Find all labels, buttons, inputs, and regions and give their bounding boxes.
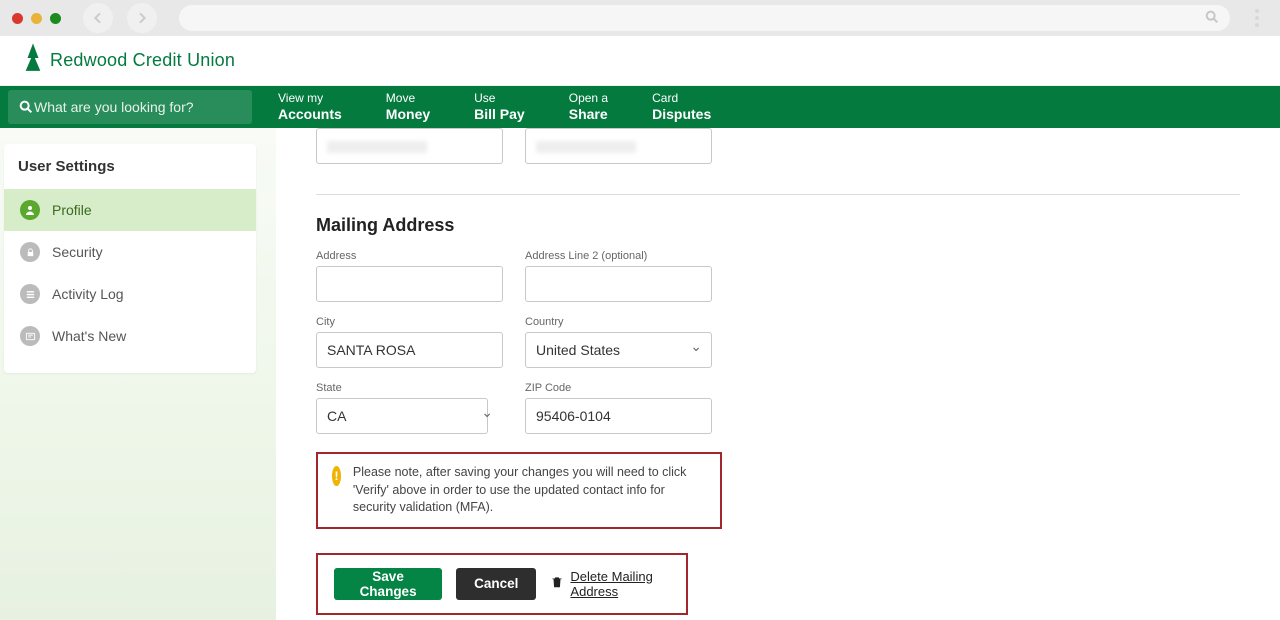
nav-money[interactable]: MoveMoney bbox=[364, 88, 452, 127]
state-label: State bbox=[316, 382, 503, 394]
save-button[interactable]: Save Changes bbox=[334, 568, 442, 600]
search-icon bbox=[18, 99, 34, 115]
nav-billpay[interactable]: UseBill Pay bbox=[452, 88, 547, 127]
search-input[interactable] bbox=[34, 99, 242, 115]
address2-input[interactable] bbox=[525, 266, 712, 302]
sidebar-title: User Settings bbox=[4, 144, 256, 189]
window-close-dot[interactable] bbox=[12, 13, 23, 24]
sidebar-item-label: Profile bbox=[52, 202, 92, 218]
address-label: Address bbox=[316, 250, 503, 262]
trash-icon bbox=[550, 575, 564, 592]
city-label: City bbox=[316, 316, 503, 328]
section-title: Mailing Address bbox=[316, 215, 1240, 236]
logo-icon bbox=[22, 43, 44, 78]
address-input[interactable] bbox=[316, 266, 503, 302]
city-input[interactable] bbox=[316, 332, 503, 368]
back-button[interactable] bbox=[83, 3, 113, 33]
main-panel: Mailing Address Address Address Line 2 (… bbox=[276, 128, 1280, 620]
sidebar-item-activity[interactable]: Activity Log bbox=[4, 273, 256, 315]
prior-field-2[interactable] bbox=[525, 128, 712, 164]
logo-text: Redwood Credit Union bbox=[50, 50, 235, 71]
news-icon bbox=[20, 326, 40, 346]
address2-label: Address Line 2 (optional) bbox=[525, 250, 712, 262]
site-search[interactable] bbox=[8, 90, 252, 124]
country-select[interactable] bbox=[525, 332, 712, 368]
zip-input[interactable] bbox=[525, 398, 712, 434]
search-icon bbox=[1204, 9, 1220, 30]
logo-bar: Redwood Credit Union bbox=[0, 36, 1280, 86]
nav-accounts[interactable]: View myAccounts bbox=[256, 88, 364, 127]
person-icon bbox=[20, 200, 40, 220]
window-max-dot[interactable] bbox=[50, 13, 61, 24]
sidebar-item-label: Security bbox=[52, 244, 103, 260]
country-label: Country bbox=[525, 316, 712, 328]
sidebar-item-label: Activity Log bbox=[52, 286, 124, 302]
nav-disputes[interactable]: CardDisputes bbox=[630, 88, 733, 127]
sidebar-item-whatsnew[interactable]: What's New bbox=[4, 315, 256, 357]
list-icon bbox=[20, 284, 40, 304]
delete-label: Delete Mailing Address bbox=[570, 569, 670, 599]
sidebar-item-label: What's New bbox=[52, 328, 126, 344]
browser-chrome bbox=[0, 0, 1280, 36]
nav-share[interactable]: Open aShare bbox=[547, 88, 630, 127]
sidebar-item-security[interactable]: Security bbox=[4, 231, 256, 273]
verify-note: ! Please note, after saving your changes… bbox=[316, 452, 722, 529]
window-min-dot[interactable] bbox=[31, 13, 42, 24]
url-bar[interactable] bbox=[179, 5, 1230, 31]
warning-icon: ! bbox=[332, 466, 341, 486]
delete-link[interactable]: Delete Mailing Address bbox=[550, 569, 670, 599]
zip-label: ZIP Code bbox=[525, 382, 712, 394]
state-select[interactable] bbox=[316, 398, 488, 434]
note-text: Please note, after saving your changes y… bbox=[353, 464, 706, 517]
divider bbox=[316, 194, 1240, 195]
sidebar-item-profile[interactable]: Profile bbox=[4, 189, 256, 231]
sidebar: User Settings Profile Security Activity … bbox=[4, 144, 256, 373]
forward-button[interactable] bbox=[127, 3, 157, 33]
cancel-button[interactable]: Cancel bbox=[456, 568, 536, 600]
main-nav: View myAccounts MoveMoney UseBill Pay Op… bbox=[0, 86, 1280, 128]
browser-menu[interactable] bbox=[1250, 9, 1264, 27]
action-bar: Save Changes Cancel Delete Mailing Addre… bbox=[316, 553, 688, 615]
prior-field-1[interactable] bbox=[316, 128, 503, 164]
lock-icon bbox=[20, 242, 40, 262]
